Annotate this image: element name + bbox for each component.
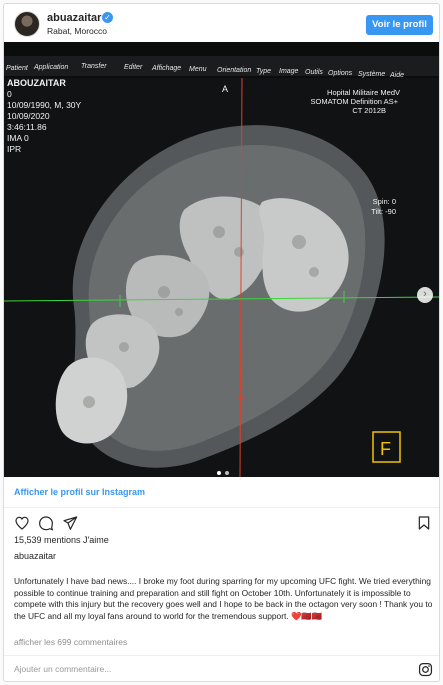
hospital-info-line: SOMATOM Definition AS+	[311, 97, 399, 106]
username[interactable]: abuazaitar	[47, 12, 101, 24]
post-header: abuazaitar ✓ Rabat, Morocco Voir le prof…	[4, 4, 439, 42]
view-profile-link[interactable]: Afficher le profil sur Instagram	[4, 477, 439, 508]
instagram-icon[interactable]	[418, 662, 433, 677]
location[interactable]: Rabat, Morocco	[47, 26, 107, 36]
ct-menu-item: Patient	[6, 65, 29, 72]
comment-input[interactable]: Ajouter un commentaire...	[14, 664, 111, 674]
patient-info-line: 10/09/2020	[7, 111, 50, 121]
orientation-marker-letter: F	[380, 439, 391, 459]
avatar[interactable]	[14, 11, 40, 37]
chevron-right-icon[interactable]: ›	[417, 287, 433, 303]
ct-menu-item: Affichage	[151, 65, 181, 72]
patient-info-line: 0	[7, 89, 12, 99]
ct-menu-item: Système	[358, 71, 385, 78]
carousel-dots	[4, 462, 439, 477]
ct-menu-item: Image	[279, 68, 299, 75]
patient-info-line: 10/09/1990, M, 30Y	[7, 100, 82, 110]
ct-menu-item: Menu	[189, 66, 207, 73]
ct-scan-image: Patient Application Transfer Editer Affi…	[4, 56, 439, 477]
ct-menu-item: Application	[33, 64, 68, 71]
bookmark-icon[interactable]	[416, 515, 432, 531]
verified-badge-icon: ✓	[102, 12, 113, 23]
carousel-dot	[216, 471, 221, 475]
ct-menu-item: Transfer	[81, 63, 107, 70]
ct-menu-item: Orientation	[217, 67, 251, 74]
view-comments-link[interactable]: afficher les 699 commentaires	[14, 637, 127, 647]
patient-info-line: 3:46:11.86	[7, 122, 47, 132]
post-caption: Unfortunately I have bad news.... I brok…	[14, 576, 433, 621]
share-icon[interactable]	[62, 515, 78, 531]
spin-readout: Spin: 0	[373, 197, 396, 206]
ct-menu-item: Editer	[124, 64, 143, 71]
likes-count[interactable]: 15,539 mentions J'aime	[14, 535, 109, 545]
ct-menu-item: Outils	[305, 69, 323, 76]
heart-icon[interactable]	[14, 515, 30, 531]
ct-menu-item: Aide	[389, 72, 404, 79]
view-profile-button[interactable]: Voir le profil	[366, 15, 433, 35]
comment-bar: Ajouter un commentaire...	[4, 655, 439, 681]
hospital-info-line: CT 2012B	[352, 106, 386, 115]
caption-username[interactable]: abuazaitar	[14, 551, 56, 561]
instagram-embed-card: abuazaitar ✓ Rabat, Morocco Voir le prof…	[3, 3, 440, 682]
ct-menu-item: Type	[256, 68, 271, 75]
post-photo[interactable]: Patient Application Transfer Editer Affi…	[4, 42, 439, 477]
tilt-readout: Tilt: -90	[371, 207, 396, 216]
comment-icon[interactable]	[38, 515, 54, 531]
patient-info-line: IMA 0	[7, 133, 29, 143]
carousel-dot	[224, 471, 229, 475]
ct-menu-item: Options	[328, 70, 353, 77]
patient-info-line: IPR	[7, 144, 21, 154]
hospital-info-line: Hopital Militaire MedV	[327, 88, 400, 97]
orientation-label: A	[222, 84, 228, 94]
action-bar	[4, 509, 439, 535]
patient-name: ABOUZAITAR	[7, 78, 66, 88]
